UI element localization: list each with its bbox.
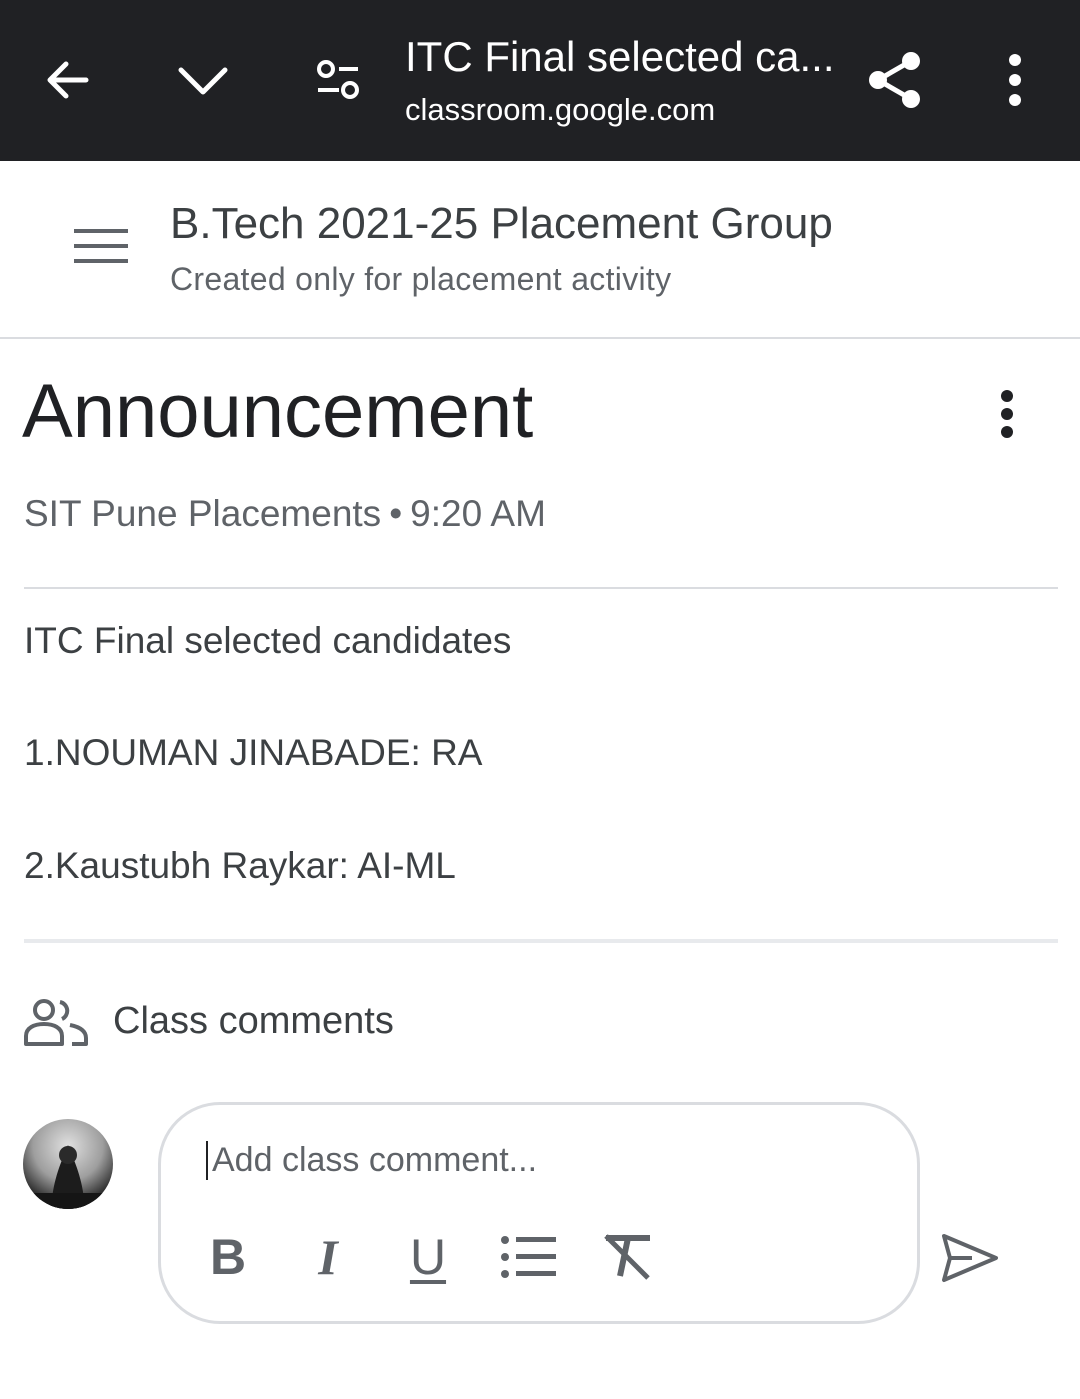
announcement-heading: Announcement (22, 369, 534, 454)
clear-formatting-button[interactable] (598, 1227, 658, 1287)
people-icon (22, 998, 90, 1053)
underline-button[interactable]: U (398, 1227, 458, 1287)
post-time: 9:20 AM (410, 493, 546, 534)
bulleted-list-button[interactable] (498, 1227, 558, 1287)
share-icon[interactable] (866, 50, 924, 110)
meta-separator: • (389, 493, 403, 534)
class-comment-input[interactable] (206, 1141, 866, 1180)
class-name: B.Tech 2021-25 Placement Group (170, 199, 833, 248)
page-settings-icon[interactable] (312, 54, 364, 106)
url-text[interactable]: classroom.google.com (405, 92, 715, 128)
class-description: Created only for placement activity (170, 261, 672, 297)
announcement-line: 2.Kaustubh Raykar: AI-ML (24, 845, 456, 886)
avatar (23, 1119, 113, 1209)
bulleted-list-icon (501, 1236, 556, 1278)
class-comments-label: Class comments (113, 1000, 394, 1042)
italic-button[interactable]: I (298, 1227, 358, 1287)
divider (24, 587, 1058, 589)
bold-button[interactable]: B (198, 1227, 258, 1287)
announcement-line: 1.NOUMAN JINABADE: RA (24, 732, 483, 773)
italic-icon: I (318, 1229, 338, 1285)
clear-formatting-icon (604, 1234, 650, 1280)
announcement-meta: SIT Pune Placements • 9:20 AM (24, 493, 546, 535)
tab-title[interactable]: ITC Final selected ca... (405, 33, 835, 81)
author-name: SIT Pune Placements (24, 493, 382, 534)
hamburger-menu-icon[interactable] (74, 226, 128, 271)
underline-icon: U (409, 1229, 447, 1285)
back-arrow-icon[interactable] (40, 52, 96, 108)
chevron-down-icon[interactable] (175, 52, 231, 108)
bold-icon: B (209, 1229, 247, 1285)
announcement-more-icon[interactable] (990, 386, 1024, 447)
send-icon[interactable] (938, 1230, 1002, 1291)
class-header: B.Tech 2021-25 Placement Group Created o… (0, 161, 1080, 339)
browser-toolbar: ITC Final selected ca... classroom.googl… (0, 0, 1080, 161)
announcement-line: ITC Final selected candidates (24, 620, 512, 661)
comment-composer: B I U (158, 1102, 920, 1324)
divider (24, 939, 1058, 943)
more-vert-icon[interactable] (1000, 52, 1030, 108)
